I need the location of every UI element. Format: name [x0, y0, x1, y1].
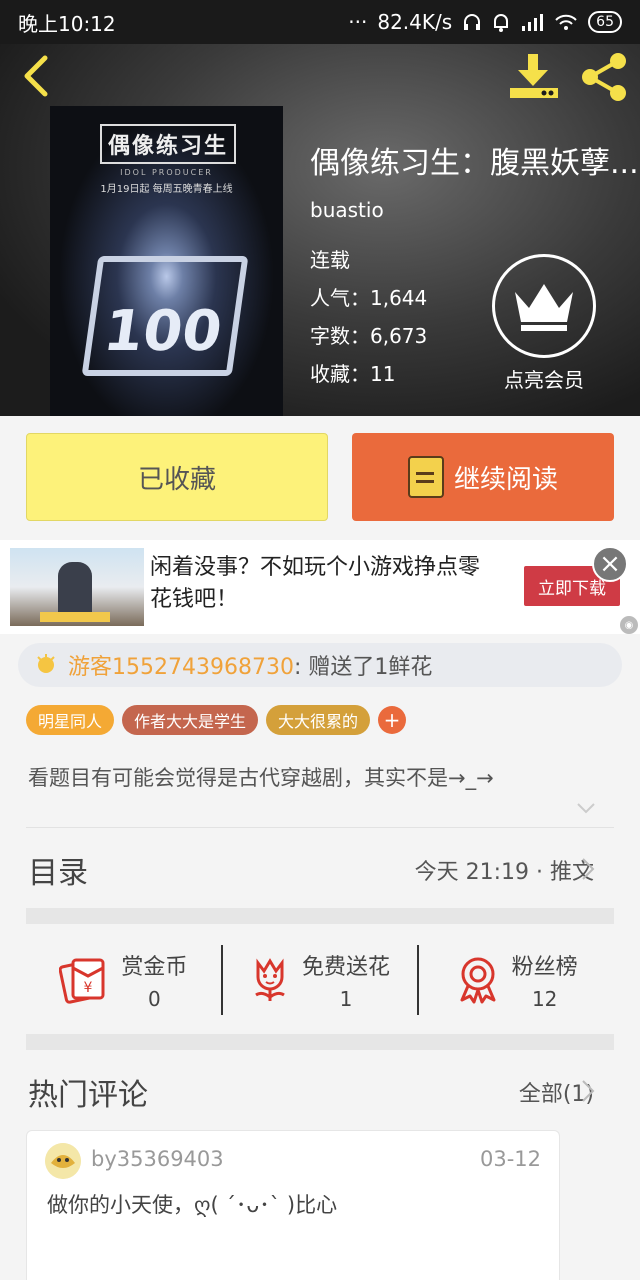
share-button[interactable] — [578, 52, 630, 102]
vip-label: 点亮会员 — [504, 368, 584, 392]
ad-thumbnail — [10, 548, 144, 626]
toc-title[interactable]: 目录 — [28, 848, 88, 892]
ad-info-icon[interactable]: ◉ — [620, 616, 638, 634]
tag[interactable]: 明星同人 — [26, 705, 115, 735]
hot-comments-title: 热门评论 — [28, 1078, 148, 1113]
book-summary: 看题目有可能会觉得是古代穿越剧，其实不是→_→ — [28, 766, 494, 790]
tag-list: 明星同人 作者大大是学生 大大很累的 + — [26, 705, 407, 735]
book-cover[interactable]: 偶像练习生 IDOL PRODUCER 1月19日起 每周五晚青春上线 100 — [50, 106, 283, 416]
download-icon — [510, 54, 558, 98]
ad-text: 闲着没事？不如玩个小游戏挣点零花钱吧！ — [150, 555, 481, 612]
free-flowers-label: 免费送花 — [302, 955, 391, 980]
chevron-right-icon[interactable] — [580, 1078, 596, 1104]
ad-banner[interactable]: 闲着没事？不如玩个小游戏挣点零花钱吧！ 立即下载 × — [0, 540, 640, 634]
avatar[interactable] — [45, 1143, 81, 1179]
chevron-left-icon — [24, 55, 48, 97]
status-more-dots: ··· — [348, 10, 368, 34]
continue-reading-label: 继续阅读 — [453, 464, 558, 495]
section-separator — [26, 1034, 614, 1050]
battery-indicator: 65 — [588, 11, 622, 33]
ad-close-button[interactable]: × — [592, 546, 628, 582]
book-status: 连载 — [310, 248, 350, 272]
medal-icon — [460, 957, 496, 1004]
continue-reading-button[interactable]: 继续阅读 — [352, 433, 614, 521]
free-flowers-value: 1 — [339, 987, 353, 1011]
network-speed: 82.4K/s — [377, 10, 453, 34]
reward-coins-value: 0 — [147, 987, 161, 1011]
reward-coins[interactable]: ¥ 赏金币 0 — [26, 945, 221, 1015]
download-button[interactable] — [508, 52, 560, 102]
status-time: 晚上10:12 — [18, 11, 116, 36]
gift-user[interactable]: 游客1552743968730 — [68, 649, 294, 681]
cover-date: 1月19日起 每周五晚青春上线 — [100, 184, 233, 195]
fans-ranking-value: 12 — [531, 987, 558, 1011]
vip-button[interactable] — [492, 254, 596, 358]
flower-icon — [255, 958, 285, 1001]
fans-ranking-label: 粉丝榜 — [511, 955, 578, 980]
free-flowers[interactable]: 免费送花 1 — [220, 945, 418, 1015]
book-favorites: 收藏：11 — [310, 362, 396, 386]
chevron-down-icon[interactable] — [576, 798, 596, 818]
svg-text:¥: ¥ — [84, 980, 93, 996]
book-popularity: 人气：1,644 — [310, 286, 428, 310]
tag[interactable]: 大大很累的 — [266, 705, 371, 735]
back-button[interactable] — [16, 52, 56, 100]
comment-text: 做你的小天使，ღ( ´･ᴗ･` )比心 — [47, 1193, 338, 1217]
crown-icon — [515, 284, 573, 331]
stats-row: ¥ 赏金币 0 免费送花 1 粉丝榜 12 — [26, 928, 614, 1032]
book-word-count: 字数：6,673 — [310, 324, 428, 348]
tag[interactable]: 作者大大是学生 — [122, 705, 259, 735]
cover-logo: 偶像练习生 — [100, 124, 236, 164]
add-tag-button[interactable]: + — [378, 706, 407, 734]
gift-message: : 赠送了1鲜花 — [293, 655, 433, 680]
reward-coins-label: 赏金币 — [121, 955, 188, 980]
share-icon — [582, 53, 626, 101]
gift-ticker: 游客1552743968730 : 赠送了1鲜花 — [18, 643, 622, 687]
wifi-icon — [555, 14, 577, 30]
comment-card[interactable]: by35369403 03-12 做你的小天使，ღ( ´･ᴗ･` )比心 — [26, 1130, 560, 1280]
book-title: 偶像练习生：腹黑妖孽... — [310, 146, 639, 181]
comment-date: 03-12 — [479, 1147, 541, 1171]
status-bar: 晚上10:12 ··· 82.4K/s 65 — [0, 0, 640, 44]
headphone-icon — [464, 14, 481, 30]
toc-latest-update[interactable]: 今天 21:19 · 推文 — [415, 854, 594, 886]
section-separator — [26, 908, 614, 924]
comment-username[interactable]: by35369403 — [91, 1147, 224, 1171]
flower-gift-icon — [37, 654, 55, 673]
cover-mark: 100 — [81, 256, 249, 376]
book-author[interactable]: buastio — [310, 198, 384, 222]
fans-ranking[interactable]: 粉丝榜 12 — [417, 945, 614, 1015]
ad-thumbnail-caption — [40, 612, 110, 622]
cover-subtitle: IDOL PRODUCER — [120, 168, 213, 177]
favorited-label: 已收藏 — [137, 464, 216, 495]
divider — [26, 827, 614, 828]
chevron-right-icon[interactable] — [580, 856, 596, 882]
red-envelope-icon: ¥ — [59, 958, 105, 1004]
favorited-button[interactable]: 已收藏 — [26, 433, 328, 521]
signal-icon — [522, 14, 544, 31]
bell-icon — [494, 14, 509, 32]
avatar-image — [45, 1143, 81, 1179]
book-icon — [407, 456, 444, 498]
